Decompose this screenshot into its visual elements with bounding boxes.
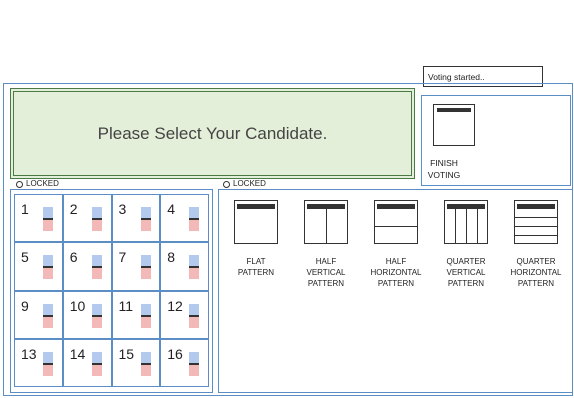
divider-line [455, 209, 456, 243]
candidate-button[interactable]: 15 [111, 338, 161, 387]
lock-circle-icon [16, 180, 23, 188]
patterns-lock-indicator: LOCKED [223, 179, 266, 189]
divider-line [477, 209, 478, 243]
divider-line [326, 209, 327, 243]
candidate-button[interactable]: 13 [14, 338, 63, 387]
divider-line [515, 217, 557, 218]
candidate-number: 10 [69, 297, 86, 314]
candidate-button[interactable]: 6 [62, 242, 112, 291]
divider-line [515, 235, 557, 236]
candidate-number: 5 [21, 249, 29, 266]
divider-line [466, 209, 467, 243]
finish-label-line2: VOTING [427, 170, 461, 180]
finish-voting-label: FINISH VOTING [420, 157, 468, 181]
candidate-button[interactable]: 10 [62, 290, 112, 339]
candidate-number: 15 [118, 345, 135, 362]
half-horizontal-pattern-button[interactable] [374, 200, 418, 244]
vote-level-icon [140, 255, 151, 280]
vote-level-icon [189, 351, 200, 376]
pattern-bar-icon [377, 204, 415, 209]
divider-line [515, 226, 557, 227]
candidate-number: 4 [167, 201, 176, 217]
candidate-button[interactable]: 5 [14, 242, 63, 291]
candidate-button[interactable]: 4 [160, 194, 209, 243]
button-bar-icon [437, 108, 471, 112]
candidate-number: 6 [69, 249, 78, 266]
candidate-button[interactable]: 8 [160, 242, 209, 291]
vote-level-icon [91, 351, 102, 376]
candidate-number: 7 [118, 249, 127, 266]
half-vertical-pattern-button[interactable] [304, 200, 348, 244]
quarter-vertical-pattern-label: QUARTER VERTICAL PATTERN [446, 257, 486, 288]
vote-level-icon [189, 303, 200, 328]
candidate-button[interactable]: 14 [62, 338, 112, 387]
vote-level-icon [140, 207, 151, 231]
candidate-number: 11 [118, 297, 134, 314]
candidate-button[interactable]: 12 [160, 290, 209, 339]
vote-level-icon [43, 207, 53, 231]
vote-level-icon [91, 207, 102, 231]
vote-level-icon [189, 255, 200, 280]
vote-level-icon [91, 303, 102, 328]
finish-label-line1: FINISH [430, 158, 458, 168]
candidates-lock-label: LOCKED [26, 179, 59, 188]
quarter-horizontal-pattern-label: QUARTER HORIZONTAL PATTERN [510, 257, 562, 288]
quarter-vertical-pattern-button[interactable] [444, 200, 488, 244]
candidate-button[interactable]: 16 [160, 338, 209, 387]
vote-level-icon [43, 351, 53, 376]
candidates-lock-indicator: LOCKED [16, 179, 59, 189]
half-horizontal-pattern-label: HALF HORIZONTAL PATTERN [370, 257, 422, 288]
quarter-horizontal-pattern-button[interactable] [514, 200, 558, 244]
candidate-number: 14 [69, 345, 86, 362]
candidate-button[interactable]: 1 [14, 194, 63, 243]
vote-level-icon [189, 207, 200, 231]
candidate-button[interactable]: 9 [14, 290, 63, 339]
vote-level-icon [43, 303, 53, 328]
vote-level-icon [140, 351, 151, 376]
lock-circle-icon [223, 180, 230, 188]
flat-pattern-label: FLAT PATTERN [237, 257, 275, 277]
flat-pattern-button[interactable] [234, 200, 278, 244]
candidate-number: 12 [167, 297, 183, 314]
candidate-button[interactable]: 11 [111, 290, 161, 339]
candidate-button[interactable]: 3 [111, 194, 161, 243]
vote-level-icon [91, 255, 102, 280]
message-text: Please Select Your Candidate. [13, 91, 412, 176]
vote-level-icon [140, 303, 151, 328]
pattern-bar-icon [517, 204, 555, 209]
candidate-button[interactable]: 2 [62, 194, 112, 243]
message-panel: Please Select Your Candidate. [10, 88, 415, 179]
candidate-grid: 1 2 3 4 5 6 7 8 9 10 11 12 13 14 15 16 [14, 194, 209, 387]
candidate-number: 1 [21, 201, 29, 217]
candidate-button[interactable]: 7 [111, 242, 161, 291]
pattern-bar-icon [237, 204, 275, 209]
patterns-lock-label: LOCKED [233, 179, 266, 188]
finish-voting-button[interactable] [433, 104, 475, 146]
vote-level-icon [43, 255, 53, 280]
candidate-number: 3 [118, 201, 127, 217]
candidate-number: 9 [21, 297, 29, 314]
candidate-number: 13 [21, 345, 37, 362]
candidate-number: 2 [69, 201, 78, 217]
candidate-number: 8 [167, 249, 176, 266]
divider-line [375, 226, 417, 227]
candidate-number: 16 [167, 345, 183, 362]
half-vertical-pattern-label: HALF VERTICAL PATTERN [306, 257, 346, 288]
